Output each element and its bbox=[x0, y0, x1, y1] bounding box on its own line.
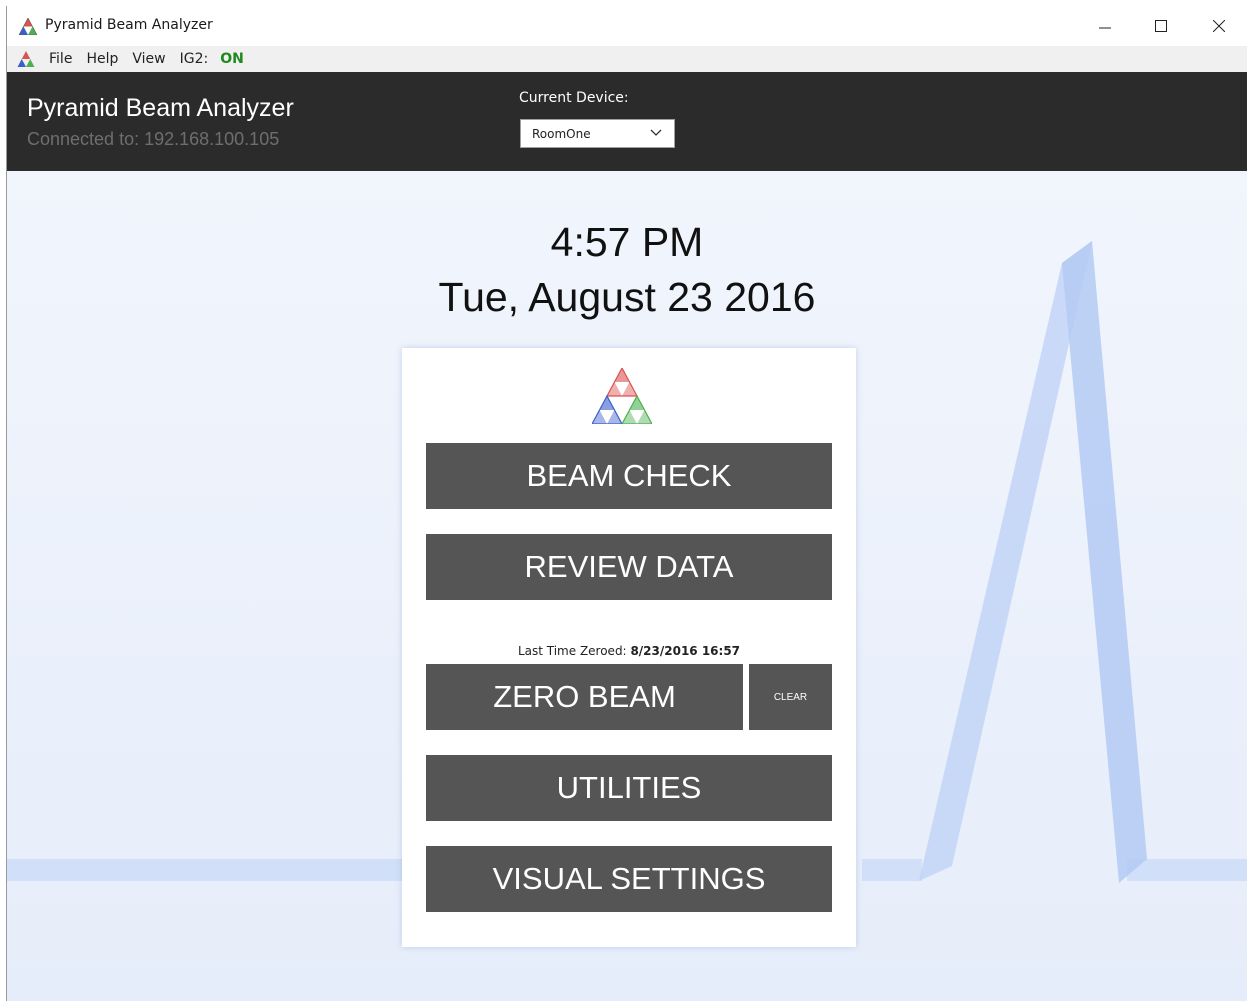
pyramid-logo-icon bbox=[19, 18, 37, 35]
ig2-status-badge: ON bbox=[220, 51, 244, 67]
visual-settings-button[interactable]: VISUAL SETTINGS bbox=[426, 846, 832, 912]
close-button[interactable] bbox=[1191, 6, 1247, 46]
clock-date: Tue, August 23 2016 bbox=[438, 274, 816, 320]
main-menu-panel: BEAM CHECK REVIEW DATA Last Time Zeroed:… bbox=[402, 348, 856, 947]
clock-time: 4:57 PM bbox=[550, 219, 704, 265]
zero-beam-button[interactable]: ZERO BEAM bbox=[426, 664, 743, 730]
header-app-name: Pyramid Beam Analyzer bbox=[27, 94, 294, 122]
menu-help[interactable]: Help bbox=[86, 51, 118, 67]
chevron-down-icon bbox=[650, 129, 662, 136]
title-bar: Pyramid Beam Analyzer bbox=[7, 6, 1247, 46]
utilities-button[interactable]: UTILITIES bbox=[426, 755, 832, 821]
app-header: Pyramid Beam Analyzer Connected to: 192.… bbox=[7, 72, 1247, 171]
last-zeroed-info: Last Time Zeroed: 8/23/2016 16:57 bbox=[402, 644, 856, 658]
review-data-button[interactable]: REVIEW DATA bbox=[426, 534, 832, 600]
maximize-icon bbox=[1155, 20, 1167, 32]
clear-button[interactable]: CLEAR bbox=[749, 664, 832, 730]
minimize-button[interactable] bbox=[1077, 6, 1133, 46]
main-area: 4:57 PM Tue, August 23 2016 BEAM CHECK R… bbox=[7, 171, 1247, 1001]
menu-view[interactable]: View bbox=[132, 51, 165, 67]
last-zeroed-value: 8/23/2016 16:57 bbox=[630, 644, 741, 658]
minimize-icon bbox=[1099, 27, 1111, 29]
menu-bar: File Help View IG2: ON bbox=[7, 46, 1247, 72]
device-dropdown-value: RoomOne bbox=[532, 127, 591, 141]
menu-file[interactable]: File bbox=[49, 51, 72, 67]
maximize-button[interactable] bbox=[1133, 6, 1189, 46]
pyramid-menu-icon[interactable] bbox=[17, 51, 35, 67]
pyramid-logo-icon bbox=[592, 368, 652, 424]
last-zeroed-label: Last Time Zeroed: bbox=[517, 644, 627, 658]
window-title: Pyramid Beam Analyzer bbox=[45, 17, 213, 33]
connection-status: Connected to: 192.168.100.105 bbox=[27, 129, 280, 149]
device-dropdown[interactable]: RoomOne bbox=[520, 119, 675, 148]
current-device-label: Current Device: bbox=[519, 90, 629, 106]
close-icon bbox=[1213, 20, 1225, 32]
beam-check-button[interactable]: BEAM CHECK bbox=[426, 443, 832, 509]
app-window: Pyramid Beam Analyzer File Help View IG2… bbox=[6, 6, 1247, 1001]
menu-ig2[interactable]: IG2: bbox=[180, 51, 209, 67]
